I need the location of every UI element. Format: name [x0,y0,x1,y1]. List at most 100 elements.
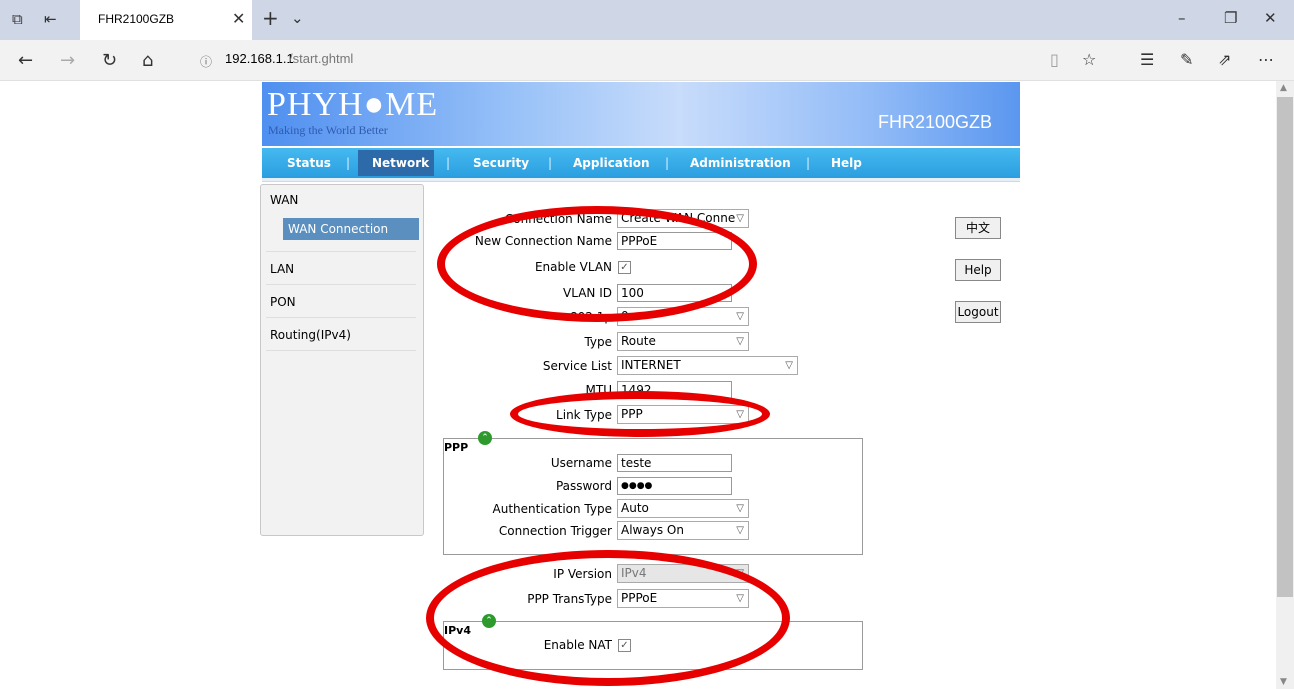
enable-nat-checkbox[interactable]: ✓ [618,639,631,652]
share-icon[interactable]: ⇗ [1218,50,1231,69]
address-toolbar [0,40,1294,81]
tab-preview-chevron-icon[interactable]: ⌄ [291,9,304,27]
menu-application[interactable]: Application [573,156,650,170]
auth-type-select[interactable]: Auto ▽ [617,499,749,518]
ip-version-value: IPv4 [621,566,647,580]
close-tab-icon[interactable]: ✕ [232,9,245,28]
set-aside-tabs-icon[interactable]: ⇤ [44,10,57,28]
enable-vlan-label: Enable VLAN [534,260,612,274]
home-icon[interactable]: ⌂ [142,50,153,71]
logout-button[interactable]: Logout [955,301,1001,323]
forward-icon[interactable]: → [60,50,75,71]
connection-trigger-value: Always On [621,523,684,537]
menu-separator: | [806,156,811,170]
refresh-icon[interactable]: ↻ [102,50,117,71]
service-list-value: INTERNET [621,358,681,372]
language-button[interactable]: 中文 [955,217,1001,239]
ppp-legend: PPP [444,441,473,454]
mtu-label: MTU [585,383,612,397]
sidebar-divider [266,350,416,351]
sidebar-divider [266,284,416,285]
link-type-label: Link Type [556,408,612,422]
sidebar-item-lan[interactable]: LAN [270,262,294,276]
menu-separator: | [346,156,351,170]
menu-help[interactable]: Help [831,156,862,170]
device-model: FHR2100GZB [878,112,993,132]
more-icon[interactable]: ⋯ [1258,50,1274,69]
chevron-down-icon: ▽ [736,593,744,604]
link-type-select[interactable]: PPP ▽ [617,405,749,424]
ppp-transtype-select[interactable]: PPPoE ▽ [617,589,749,608]
url-path[interactable]: /start.ghtml [289,51,353,66]
tab-title: FHR2100GZB [98,12,175,26]
restore-icon[interactable]: ❐ [1224,9,1237,27]
new-connection-name-label: New Connection Name [474,234,612,248]
chevron-down-icon: ▽ [785,360,793,371]
chevron-down-icon: ▽ [736,503,744,514]
scrollbar-thumb[interactable] [1277,97,1293,597]
minimize-icon[interactable]: – [1178,9,1186,27]
collapse-chevron-icon[interactable]: ⌃ [478,431,492,445]
menu-underline [262,178,1020,182]
chevron-down-icon: ▽ [736,311,744,322]
new-connection-name-input[interactable]: PPPoE [617,232,732,250]
info-icon[interactable]: ⓘ [200,53,212,70]
8021p-select[interactable]: 0 ▽ [617,307,749,326]
chevron-down-icon: ▽ [736,568,744,579]
menu-status[interactable]: Status [287,156,331,170]
chevron-down-icon: ▽ [736,336,744,347]
pen-icon[interactable]: ✎ [1180,50,1193,69]
chevron-down-icon: ▽ [736,409,744,420]
collapse-chevron-icon[interactable]: ⌃ [482,614,496,628]
connection-name-select[interactable]: Create WAN Conne ▽ [617,209,749,228]
chevron-down-icon: ▽ [736,525,744,536]
ppp-transtype-label: PPP TransType [527,592,612,606]
favorite-star-icon[interactable]: ☆ [1082,50,1096,69]
logo-slogan: Making the World Better [268,123,388,137]
connection-trigger-select[interactable]: Always On ▽ [617,521,749,540]
favorites-list-icon[interactable]: ☰ [1140,50,1154,69]
8021p-label: 802.1p [570,310,612,324]
sidebar-item-routing[interactable]: Routing(IPv4) [270,328,351,342]
chevron-down-icon: ▽ [736,213,744,224]
close-window-icon[interactable]: ✕ [1264,9,1277,27]
enable-vlan-checkbox[interactable]: ✓ [618,261,631,274]
scroll-up-icon[interactable]: ▲ [1280,83,1287,93]
tab-actions-icon[interactable]: ⧉ [12,10,23,28]
scroll-down-icon[interactable]: ▼ [1280,677,1287,687]
auth-type-value: Auto [621,501,649,515]
ppp-transtype-value: PPPoE [621,591,658,605]
ip-version-select[interactable]: IPv4 ▽ [617,564,749,583]
mtu-input[interactable]: 1492 [617,381,732,399]
menu-separator: | [665,156,670,170]
type-value: Route [621,334,656,348]
8021p-value: 0 [621,309,629,323]
menu-separator: | [446,156,451,170]
password-input[interactable]: ●●●● [617,477,732,495]
help-button[interactable]: Help [955,259,1001,281]
sidebar-item-pon[interactable]: PON [270,295,296,309]
menu-separator: | [548,156,553,170]
connection-name-label: Connection Name [504,212,612,226]
sidebar-item-wan[interactable]: WAN [270,193,298,207]
reading-view-icon[interactable]: ▯ [1050,50,1059,69]
vlan-id-label: VLAN ID [563,286,612,300]
service-list-select[interactable]: INTERNET ▽ [617,356,798,375]
new-tab-icon[interactable]: + [262,6,279,30]
type-label: Type [584,335,612,349]
url-host[interactable]: 192.168.1.1 [225,51,294,66]
password-label: Password [555,479,612,493]
menu-network[interactable]: Network [372,156,429,170]
auth-type-label: Authentication Type [492,502,612,516]
connection-name-value: Create WAN Conne [621,211,736,225]
menu-administration[interactable]: Administration [690,156,791,170]
menu-security[interactable]: Security [473,156,529,170]
back-icon[interactable]: ← [18,50,33,71]
vlan-id-input[interactable]: 100 [617,284,732,302]
connection-trigger-label: Connection Trigger [498,524,612,538]
username-label: Username [550,456,612,470]
link-type-value: PPP [621,407,643,421]
type-select[interactable]: Route ▽ [617,332,749,351]
service-list-label: Service List [542,359,612,373]
username-input[interactable]: teste [617,454,732,472]
